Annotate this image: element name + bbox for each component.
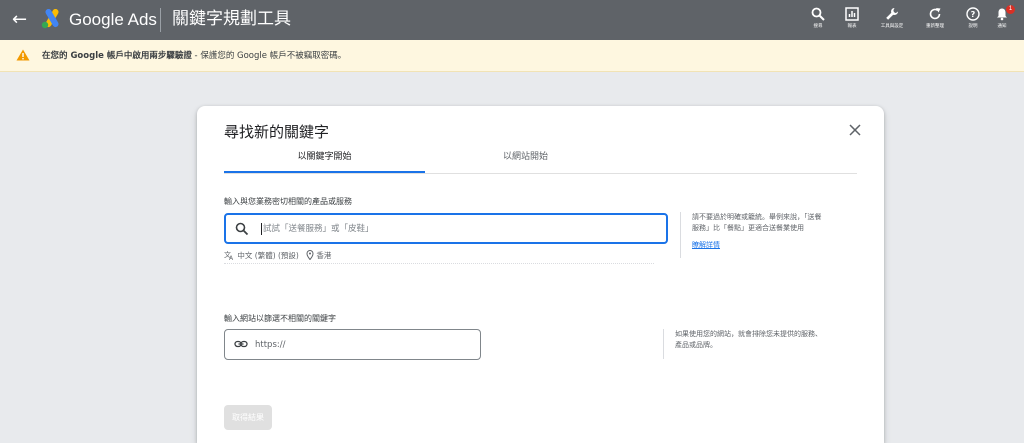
reports-icon	[845, 7, 859, 21]
svg-text:A: A	[229, 255, 234, 260]
location-selector[interactable]: 香港	[316, 250, 331, 262]
keyword-help-line-2: 服務」比「餐點」更適合送餐業使用	[692, 224, 804, 232]
google-ads-logo	[41, 9, 59, 29]
toolbar-search-button[interactable]: 搜尋	[803, 7, 833, 30]
banner-bold-text: 在您的 Google 帳戶中啟用兩步驟驗證	[42, 51, 192, 61]
website-url-field[interactable]	[224, 329, 481, 360]
website-help-panel: 如果使用您的網站，就會排除您未提供的服務、 產品或品牌。	[663, 329, 822, 359]
toolbar-label: 搜尋	[813, 24, 823, 29]
search-icon	[235, 222, 249, 236]
banner-message[interactable]: 在您的 Google 帳戶中啟用兩步驟驗證 - 保護您的 Google 帳戶不被…	[42, 50, 346, 62]
top-app-bar: ← Google Ads 關鍵字規劃工具 搜尋 報表 工具與設定 重新整理 ? …	[0, 0, 1024, 40]
toolbar-help-button[interactable]: ? 說明	[958, 7, 988, 30]
close-icon[interactable]	[847, 122, 863, 138]
translate-icon[interactable]: 文A	[224, 250, 235, 262]
wrench-icon	[886, 8, 898, 20]
refresh-icon	[929, 8, 941, 20]
title-divider	[160, 8, 161, 32]
toolbar-label: 通知	[997, 24, 1007, 29]
keyword-discovery-dialog: 尋找新的關鍵字 以關鍵字開始 以網站開始 輸入與您業務密切相關的產品或服務 文A…	[197, 106, 884, 443]
toolbar-refresh-button[interactable]: 重新整理	[920, 7, 950, 30]
toolbar-label: 重新整理	[926, 24, 944, 29]
keyword-search-field[interactable]	[224, 213, 668, 244]
search-icon	[811, 7, 825, 21]
website-help-line-2: 產品或品牌。	[675, 341, 717, 349]
keyword-input[interactable]	[263, 220, 653, 237]
language-location-row: 文A 中文 (繁體) (預設) 香港	[224, 249, 331, 262]
learn-more-link[interactable]: 瞭解詳情	[692, 240, 822, 251]
toolbar-notifications-button[interactable]: 1 通知	[987, 5, 1017, 30]
dotted-divider	[224, 263, 654, 264]
toolbar-reports-button[interactable]: 報表	[837, 7, 867, 30]
dialog-title: 尋找新的關鍵字	[224, 123, 330, 141]
two-step-verification-banner: 在您的 Google 帳戶中啟用兩步驟驗證 - 保護您的 Google 帳戶不被…	[0, 40, 1024, 72]
link-icon	[234, 340, 248, 348]
get-results-button[interactable]: 取得結果	[224, 405, 272, 430]
notification-badge: 1	[1006, 5, 1015, 14]
location-pin-icon[interactable]	[306, 249, 314, 261]
keyword-input-label: 輸入與您業務密切相關的產品或服務	[224, 197, 352, 206]
page-title: 關鍵字規劃工具	[172, 9, 291, 29]
toolbar-tools-button[interactable]: 工具與設定	[877, 7, 907, 30]
website-input[interactable]	[255, 336, 470, 353]
tab-start-with-keywords[interactable]: 以關鍵字開始	[224, 151, 425, 173]
warning-icon	[16, 49, 30, 61]
language-selector[interactable]: 中文 (繁體) (預設)	[237, 250, 298, 262]
website-input-label: 輸入網站以篩選不相關的關鍵字	[224, 314, 336, 323]
product-name[interactable]: Google Ads	[69, 10, 157, 30]
toolbar-label: 報表	[847, 24, 857, 29]
svg-text:?: ?	[971, 10, 976, 19]
banner-rest-text: - 保護您的 Google 帳戶不被竊取密碼。	[191, 51, 347, 61]
tab-start-with-website[interactable]: 以網站開始	[425, 151, 626, 173]
keyword-help-line-1: 請不要過於明確或籠統。舉例來說，「送餐	[692, 213, 822, 221]
text-cursor	[261, 223, 262, 235]
website-help-line-1: 如果使用您的網站，就會排除您未提供的服務、	[675, 330, 822, 338]
back-arrow-icon[interactable]: ←	[12, 10, 27, 30]
keyword-help-panel: 請不要過於明確或籠統。舉例來說，「送餐 服務」比「餐點」更適合送餐業使用 瞭解詳…	[680, 212, 822, 258]
tabs-divider	[224, 173, 857, 174]
active-tab-indicator	[224, 171, 425, 173]
toolbar-label: 說明	[968, 24, 978, 29]
help-icon: ?	[966, 7, 980, 21]
toolbar-label: 工具與設定	[880, 24, 904, 29]
